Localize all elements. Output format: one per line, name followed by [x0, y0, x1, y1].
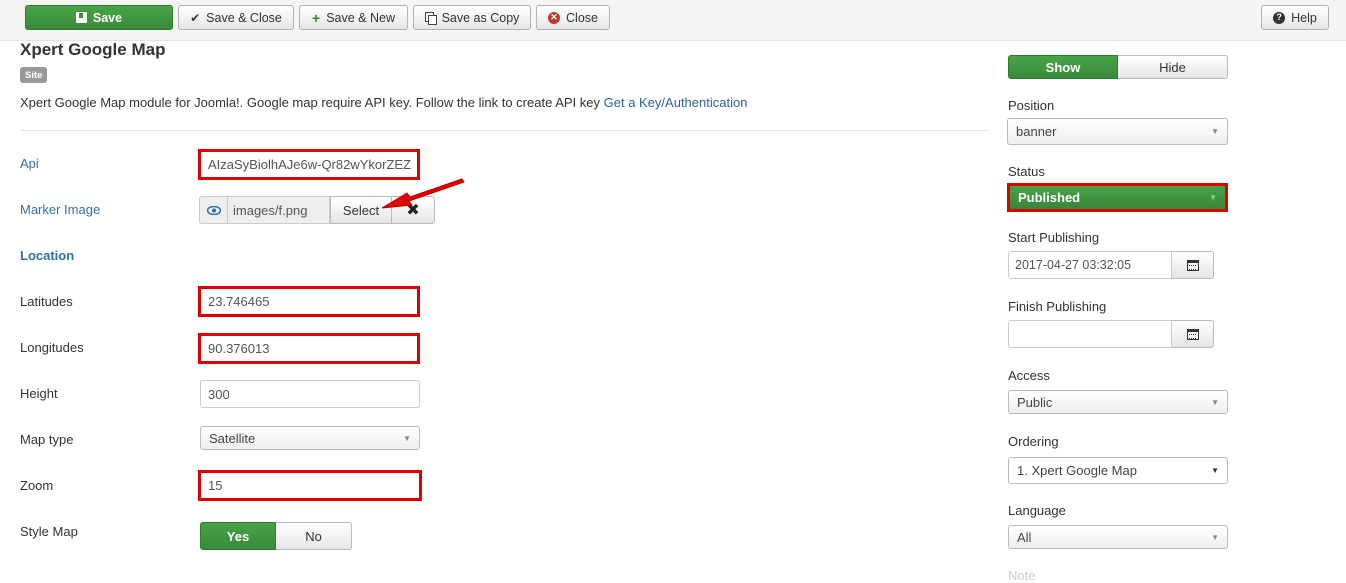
eye-icon[interactable]	[199, 196, 228, 224]
style-map-no[interactable]: No	[276, 522, 352, 550]
show-title-option[interactable]: Show	[1008, 55, 1118, 79]
language-value: All	[1017, 529, 1032, 545]
zoom-input[interactable]: 15	[198, 470, 422, 501]
ordering-value: 1. Xpert Google Map	[1017, 463, 1137, 478]
close-button[interactable]: ✕ Close	[536, 5, 610, 30]
save-copy-label: Save as Copy	[441, 10, 520, 25]
marker-image-label: Marker Image	[20, 202, 101, 217]
start-publishing-input[interactable]: 2017-04-27 03:32:05	[1008, 251, 1172, 279]
status-label: Status	[1008, 164, 1045, 179]
start-publishing-field: 2017-04-27 03:32:05	[1008, 251, 1214, 279]
site-badge: Site	[20, 67, 48, 83]
plus-icon: +	[312, 9, 321, 26]
caret-down-icon: ▼	[403, 433, 411, 443]
divider	[20, 130, 990, 131]
style-map-toggle: Yes No	[200, 522, 352, 550]
height-label: Height	[20, 386, 58, 401]
access-value: Public	[1017, 394, 1053, 410]
position-value: banner	[1016, 124, 1057, 139]
language-select[interactable]: All ▼	[1008, 525, 1228, 549]
zoom-label: Zoom	[20, 478, 54, 493]
latitudes-input[interactable]: 23.746465	[198, 286, 420, 317]
latitudes-label: Latitudes	[20, 294, 73, 309]
map-type-label: Map type	[20, 432, 74, 447]
position-select[interactable]: banner ▼	[1007, 118, 1228, 145]
save-copy-button[interactable]: Save as Copy	[413, 5, 531, 30]
longitudes-input[interactable]: 90.376013	[198, 333, 420, 364]
location-heading: Location	[20, 248, 75, 263]
help-icon: ?	[1273, 11, 1286, 24]
marker-image-field: images/f.png Select ✖	[199, 196, 435, 224]
position-label: Position	[1008, 98, 1055, 113]
style-map-label: Style Map	[20, 524, 78, 539]
status-select[interactable]: Published ▼	[1007, 183, 1228, 212]
save-new-button[interactable]: + Save & New	[299, 5, 408, 30]
help-label: Help	[1291, 10, 1317, 25]
access-label: Access	[1008, 368, 1050, 383]
page-title: Xpert Google Map	[20, 40, 166, 59]
title-toggle: Show Hide	[1008, 55, 1228, 79]
finish-publishing-field	[1008, 320, 1214, 348]
finish-publishing-label: Finish Publishing	[1008, 299, 1107, 314]
copy-icon	[424, 11, 437, 25]
note-label: Note	[1008, 568, 1036, 583]
calendar-icon	[1186, 259, 1199, 271]
start-calendar-button[interactable]	[1172, 251, 1214, 279]
help-button[interactable]: ? Help	[1261, 5, 1329, 30]
api-label: Api	[20, 156, 39, 171]
map-type-select[interactable]: Satellite ▼	[200, 426, 420, 450]
clear-icon: ✖	[406, 202, 420, 219]
check-icon: ✔	[190, 10, 201, 25]
close-circle-icon: ✕	[548, 11, 561, 24]
finish-publishing-input[interactable]	[1008, 320, 1172, 348]
module-description: Xpert Google Map module for Joomla!. Goo…	[20, 95, 747, 110]
save-button[interactable]: Save	[25, 5, 173, 30]
caret-down-icon: ▼	[1209, 193, 1217, 202]
calendar-icon	[1186, 328, 1199, 340]
api-key-link[interactable]: Get a Key/Authentication	[604, 95, 748, 110]
save-button-label: Save	[92, 10, 123, 25]
caret-down-icon: ▼	[1211, 466, 1219, 475]
api-input[interactable]: AIzaSyBiolhAJe6w-Qr82wYkorZEZ	[198, 149, 420, 180]
marker-select-button[interactable]: Select	[330, 196, 392, 224]
height-input[interactable]: 300	[200, 380, 420, 408]
status-value: Published	[1018, 190, 1081, 205]
map-type-value: Satellite	[209, 430, 256, 446]
save-close-label: Save & Close	[206, 10, 282, 25]
toolbar: Save ✔ Save & Close + Save & New Save as…	[0, 0, 1346, 41]
language-label: Language	[1008, 503, 1066, 518]
save-close-button[interactable]: ✔ Save & Close	[178, 5, 294, 30]
marker-clear-button[interactable]: ✖	[392, 196, 435, 224]
start-publishing-label: Start Publishing	[1008, 230, 1100, 245]
caret-down-icon: ▼	[1211, 532, 1219, 542]
hide-title-option[interactable]: Hide	[1118, 55, 1228, 79]
ordering-label: Ordering	[1008, 434, 1059, 449]
description-text: Xpert Google Map module for Joomla!. Goo…	[20, 95, 600, 110]
finish-calendar-button[interactable]	[1172, 320, 1214, 348]
save-new-label: Save & New	[326, 10, 395, 25]
caret-down-icon: ▼	[1211, 397, 1219, 407]
access-select[interactable]: Public ▼	[1008, 390, 1228, 414]
style-map-yes[interactable]: Yes	[200, 522, 276, 550]
marker-image-path: images/f.png	[228, 196, 330, 224]
ordering-select[interactable]: 1. Xpert Google Map ▼	[1008, 457, 1228, 484]
caret-down-icon: ▼	[1211, 127, 1219, 136]
longitudes-label: Longitudes	[20, 340, 84, 355]
save-icon	[75, 12, 87, 23]
close-label: Close	[566, 10, 598, 25]
